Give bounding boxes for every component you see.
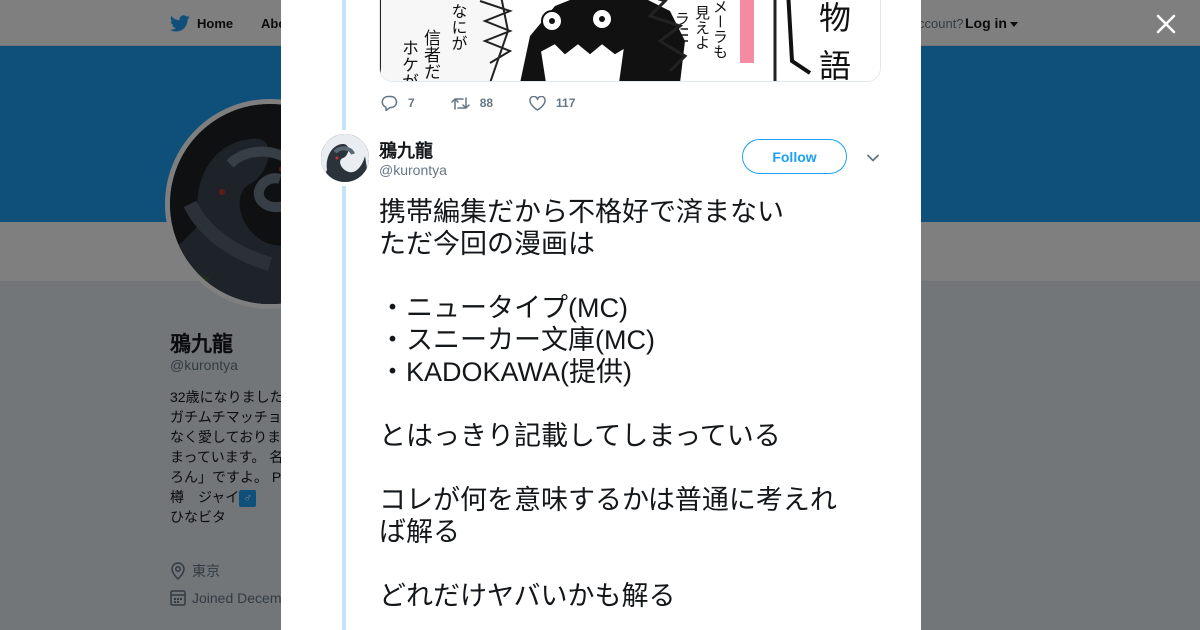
tweet-text-line: コレが何を意味するかは普通に考えれ [379, 485, 837, 515]
like-count: 117 [556, 96, 576, 110]
chevron-down-icon[interactable] [866, 151, 880, 165]
reply-count: 7 [408, 96, 415, 110]
retweet-button[interactable]: 88 [450, 96, 494, 111]
close-icon[interactable] [1155, 13, 1177, 35]
thread-connector [342, 186, 346, 630]
tweet-modal: 信者だ ホケが なにが メーラも 見えよ ラ!!! 物 語 7 88 117 鴉… [281, 0, 921, 630]
tweet-text-line: ただ今回の漫画は [379, 229, 595, 259]
tweet-text-line [379, 388, 879, 420]
tweet-text-line: ・KADOKAWA(提供) [379, 357, 633, 387]
heart-icon [529, 95, 546, 111]
reply-button[interactable]: 7 [381, 95, 415, 111]
manga-text: ラ!!! [673, 11, 691, 44]
tweet-text-line: ・ニュータイプ(MC) [379, 293, 628, 323]
manga-text: 信者だ [420, 29, 441, 80]
retweet-count: 88 [479, 96, 494, 110]
manga-text: 語 [819, 47, 851, 82]
manga-text: 物 [819, 0, 851, 37]
manga-text: 見えよ [693, 5, 711, 50]
manga-text: なにが [449, 3, 468, 51]
follow-button[interactable]: Follow [742, 139, 847, 174]
thread-connector [342, 0, 346, 130]
tweet-text-line: ・スニーカー文庫(MC) [379, 325, 655, 355]
like-button[interactable]: 117 [529, 95, 576, 111]
tweet-text-line [379, 452, 879, 484]
tweet-text: 携帯編集だから不格好で済まない ただ今回の漫画は ・ニュータイプ(MC) ・スニ… [379, 196, 879, 612]
manga-text: メーラも [711, 0, 729, 59]
tweet-author-avatar[interactable] [320, 133, 370, 183]
tweet-text-line: ば解る [379, 517, 460, 547]
reply-icon [381, 95, 398, 111]
manga-text: ホケが [398, 39, 418, 82]
tweet-author-handle[interactable]: @kurontya [379, 162, 447, 178]
tweet-text-line [379, 548, 879, 580]
tweet-text-line [379, 260, 879, 292]
retweet-icon [450, 96, 470, 110]
tweet-actions: 7 88 117 [381, 93, 611, 113]
tweet-text-line: どれだけヤバいかも解る [379, 581, 676, 611]
tweet-text-line: 携帯編集だから不格好で済まない [379, 197, 784, 227]
tweet-text-line: とはっきり記載してしまっている [379, 421, 781, 451]
dragon-avatar-image [321, 134, 369, 182]
tweet-media-image[interactable]: 信者だ ホケが なにが メーラも 見えよ ラ!!! 物 語 [379, 0, 881, 82]
tweet-author-name[interactable]: 鴉九龍 [379, 137, 433, 163]
manga-image: 信者だ ホケが なにが メーラも 見えよ ラ!!! 物 語 [380, 0, 880, 82]
